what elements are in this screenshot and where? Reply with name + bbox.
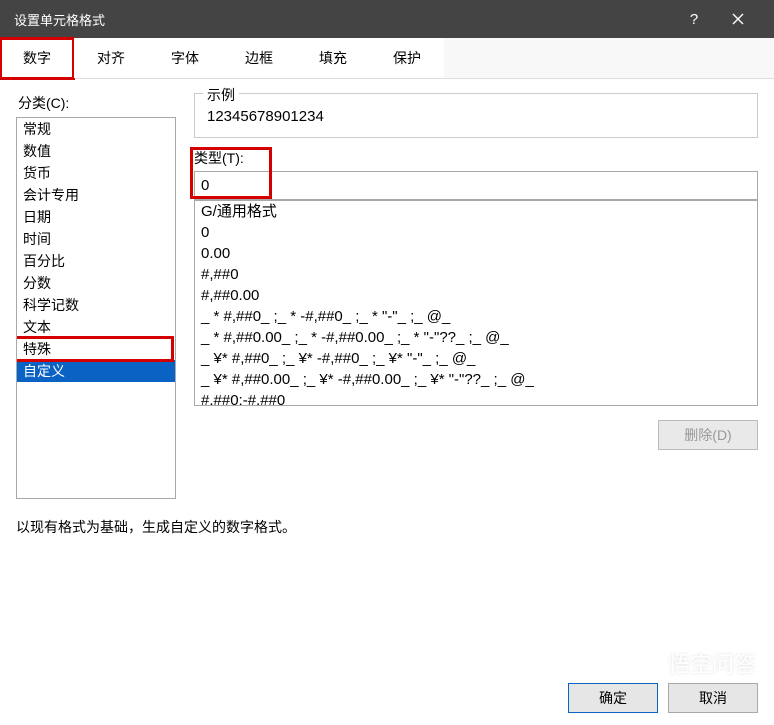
category-item[interactable]: 时间	[17, 228, 175, 250]
category-item[interactable]: 会计专用	[17, 184, 175, 206]
delete-button[interactable]: 删除(D)	[658, 420, 758, 450]
category-item[interactable]: 日期	[17, 206, 175, 228]
close-button[interactable]	[716, 0, 760, 38]
category-item[interactable]: 百分比	[17, 250, 175, 272]
example-group: 示例 12345678901234	[194, 93, 758, 138]
tab-font[interactable]: 字体	[148, 38, 222, 78]
help-button[interactable]: ?	[672, 0, 716, 38]
category-item-custom[interactable]: 自定义	[17, 360, 175, 382]
tab-number[interactable]: 数字	[0, 38, 74, 79]
dialog-footer: 确定 取消	[0, 671, 774, 725]
type-input[interactable]	[194, 171, 758, 200]
cancel-button[interactable]: 取消	[668, 683, 758, 713]
format-item[interactable]: #,##0.00	[195, 285, 757, 306]
type-label: 类型(T):	[194, 148, 758, 168]
category-item[interactable]: 特殊	[17, 338, 175, 360]
tab-border[interactable]: 边框	[222, 38, 296, 78]
ok-button[interactable]: 确定	[568, 683, 658, 713]
format-item[interactable]: #,##0;-#,##0	[195, 390, 757, 406]
format-item[interactable]: _ ¥* #,##0.00_ ;_ ¥* -#,##0.00_ ;_ ¥* "-…	[195, 369, 757, 390]
category-item[interactable]: 文本	[17, 316, 175, 338]
hint-text: 以现有格式为基础，生成自定义的数字格式。	[16, 517, 758, 537]
category-item[interactable]: 数值	[17, 140, 175, 162]
close-icon	[732, 13, 744, 25]
tab-protection[interactable]: 保护	[370, 38, 444, 78]
content-area: 分类(C): 常规 数值 货币 会计专用 日期 时间 百分比 分数 科学记数 文…	[0, 79, 774, 671]
titlebar: 设置单元格格式 ?	[0, 0, 774, 38]
format-item[interactable]: _ * #,##0.00_ ;_ * -#,##0.00_ ;_ * "-"??…	[195, 327, 757, 348]
format-listbox[interactable]: G/通用格式 0 0.00 #,##0 #,##0.00 _ * #,##0_ …	[194, 200, 758, 406]
format-item[interactable]: _ ¥* #,##0_ ;_ ¥* -#,##0_ ;_ ¥* "-"_ ;_ …	[195, 348, 757, 369]
tab-bar: 数字 对齐 字体 边框 填充 保护	[0, 38, 774, 79]
format-item[interactable]: #,##0	[195, 264, 757, 285]
format-item[interactable]: G/通用格式	[195, 201, 757, 222]
category-item[interactable]: 常规	[17, 118, 175, 140]
category-label: 分类(C):	[16, 93, 176, 113]
category-listbox[interactable]: 常规 数值 货币 会计专用 日期 时间 百分比 分数 科学记数 文本 特殊 自定…	[16, 117, 176, 499]
example-legend: 示例	[203, 85, 239, 105]
example-value: 12345678901234	[205, 102, 747, 127]
category-item[interactable]: 科学记数	[17, 294, 175, 316]
format-item[interactable]: 0	[195, 222, 757, 243]
dialog-title: 设置单元格格式	[14, 10, 672, 29]
format-item[interactable]: 0.00	[195, 243, 757, 264]
category-item[interactable]: 货币	[17, 162, 175, 184]
category-item[interactable]: 分数	[17, 272, 175, 294]
tab-alignment[interactable]: 对齐	[74, 38, 148, 78]
tab-fill[interactable]: 填充	[296, 38, 370, 78]
format-item[interactable]: _ * #,##0_ ;_ * -#,##0_ ;_ * "-"_ ;_ @_	[195, 306, 757, 327]
